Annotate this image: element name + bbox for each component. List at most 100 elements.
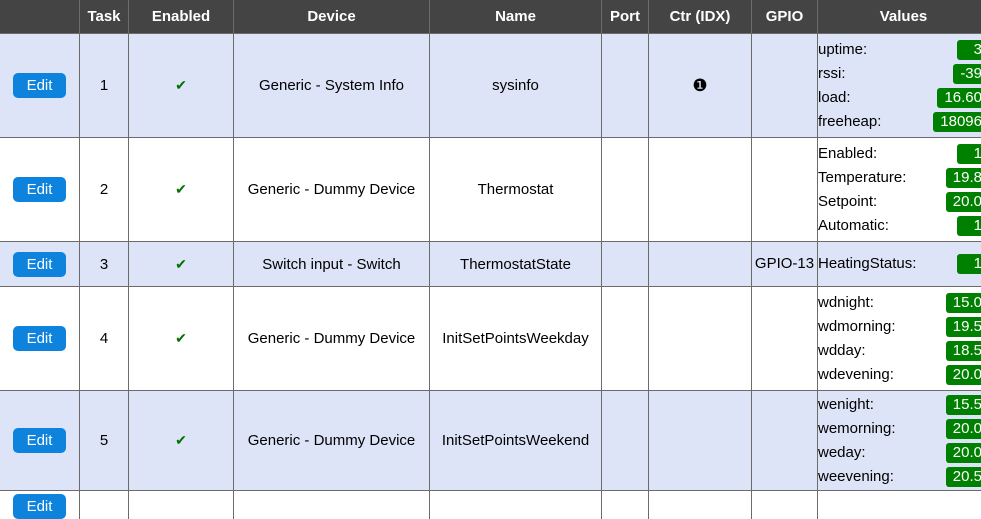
column-header-gpio: GPIO — [752, 0, 818, 34]
value-badge: 18096 — [933, 112, 981, 132]
circled-index-icon: ❶ — [692, 76, 707, 95]
value-badge: 18.5 — [946, 341, 981, 361]
gpio-cell: GPIO-13 — [752, 242, 818, 287]
value-row: weday: 20.0 — [818, 441, 981, 465]
value-label: Enabled: — [818, 142, 883, 166]
task-cell: 2 — [80, 138, 129, 242]
value-row: Enabled:1 — [818, 142, 981, 166]
edit-button[interactable]: Edit — [13, 252, 67, 277]
value-badge: 1 — [957, 254, 981, 274]
task-cell: 1 — [80, 34, 129, 138]
ctr-idx-cell: ❶ — [649, 34, 752, 138]
gpio-cell — [752, 391, 818, 491]
edit-cell: Edit — [0, 138, 80, 242]
name-cell — [430, 491, 602, 519]
value-row: wdevening:20.0 — [818, 363, 981, 387]
value-row: wenight: 15.5 — [818, 393, 981, 417]
device-cell: Generic - Dummy Device — [234, 138, 430, 242]
task-cell: 4 — [80, 287, 129, 391]
gpio-cell — [752, 287, 818, 391]
device-cell: Generic - Dummy Device — [234, 287, 430, 391]
ctr-idx-cell — [649, 242, 752, 287]
name-cell: InitSetPointsWeekend — [430, 391, 602, 491]
value-row: wemorning: 20.0 — [818, 417, 981, 441]
values-cell: wdnight:15.0wdmorning:19.5wdday:18.5wdev… — [818, 287, 981, 391]
value-label: wenight: — [818, 393, 880, 417]
enabled-cell: ✔ — [129, 242, 234, 287]
value-badge: 16.60 — [937, 88, 981, 108]
column-header-edit — [0, 0, 80, 34]
port-cell — [602, 491, 649, 519]
value-badge: 19.8 — [946, 168, 981, 188]
table-row: Edit2✔Generic - Dummy DeviceThermostatEn… — [0, 138, 981, 242]
enabled-check-icon: ✔ — [175, 181, 187, 197]
device-cell: Generic - Dummy Device — [234, 391, 430, 491]
value-row: load: 16.60 — [818, 86, 981, 110]
value-label: HeatingStatus: — [818, 252, 922, 276]
value-badge: 20.0 — [946, 365, 981, 385]
value-label: load: — [818, 86, 857, 110]
value-badge: 15.5 — [946, 395, 981, 415]
enabled-check-icon: ✔ — [175, 256, 187, 272]
table-row: Edit 4✔Generic - Dummy DeviceInitSetPoint… — [0, 287, 981, 391]
value-label: wemorning: — [818, 417, 902, 441]
edit-button[interactable]: Edit — [13, 177, 67, 202]
edit-button[interactable]: Edit — [13, 494, 67, 519]
name-cell: ThermostatState — [430, 242, 602, 287]
value-label: uptime: — [818, 38, 873, 62]
edit-button[interactable]: Edit — [13, 73, 67, 98]
device-cell: Switch input - Switch — [234, 242, 430, 287]
gpio-cell — [752, 491, 818, 519]
value-row: Automatic: 1 — [818, 214, 981, 238]
value-row: HeatingStatus: 1 — [818, 252, 981, 276]
value-badge: 1 — [957, 216, 981, 236]
name-cell: sysinfo — [430, 34, 602, 138]
values-cell: HeatingStatus: 1 — [818, 242, 981, 287]
task-cell — [80, 491, 129, 519]
edit-button[interactable]: Edit — [13, 428, 67, 453]
table-row: Edit 1✔Generic - System Infosysinfo ❶ uptim… — [0, 34, 981, 138]
enabled-cell: ✔ — [129, 391, 234, 491]
edit-cell: Edit — [0, 242, 80, 287]
value-row: wdday: 18.5 — [818, 339, 981, 363]
enabled-cell: ✔ — [129, 138, 234, 242]
values-cell: wenight:15.5wemorning:20.0weday:20.0weev… — [818, 391, 981, 491]
port-cell — [602, 138, 649, 242]
column-header-ctr-idx: Ctr (IDX) — [649, 0, 752, 34]
table-row: Edit3✔Switch input - SwitchThermostatSta… — [0, 242, 981, 287]
enabled-cell: ✔ — [129, 287, 234, 391]
ctr-idx-cell — [649, 391, 752, 491]
edit-cell: Edit — [0, 287, 80, 391]
device-cell: Generic - System Info — [234, 34, 430, 138]
edit-cell: Edit — [0, 391, 80, 491]
name-cell: InitSetPointsWeekday — [430, 287, 602, 391]
value-badge: 20.0 — [946, 192, 981, 212]
enabled-cell: ✔ — [129, 34, 234, 138]
table-row: Edit — [0, 491, 981, 519]
value-row: wdnight:15.0 — [818, 291, 981, 315]
value-badge: 15.0 — [946, 293, 981, 313]
value-badge: 3 — [957, 40, 981, 60]
ctr-idx-cell — [649, 138, 752, 242]
value-badge: -39 — [953, 64, 981, 84]
value-label: rssi: — [818, 62, 852, 86]
gpio-cell — [752, 138, 818, 242]
value-badge: 20.0 — [946, 443, 981, 463]
value-label: weday: — [818, 441, 872, 465]
column-header-port: Port — [602, 0, 649, 34]
value-row: uptime: 3 — [818, 38, 981, 62]
column-header-device: Device — [234, 0, 430, 34]
value-label: wdday: — [818, 339, 872, 363]
task-cell: 5 — [80, 391, 129, 491]
value-row: rssi: -39 — [818, 62, 981, 86]
port-cell — [602, 34, 649, 138]
value-badge: 19.5 — [946, 317, 981, 337]
value-label: Automatic: — [818, 214, 895, 238]
edit-button[interactable]: Edit — [13, 326, 67, 351]
devices-task-table: Task Enabled Device Name Port Ctr (IDX) … — [0, 0, 981, 519]
column-header-task: Task — [80, 0, 129, 34]
column-header-enabled: Enabled — [129, 0, 234, 34]
values-cell — [818, 491, 981, 519]
edit-cell: Edit — [0, 34, 80, 138]
value-badge: 20.0 — [946, 419, 981, 439]
